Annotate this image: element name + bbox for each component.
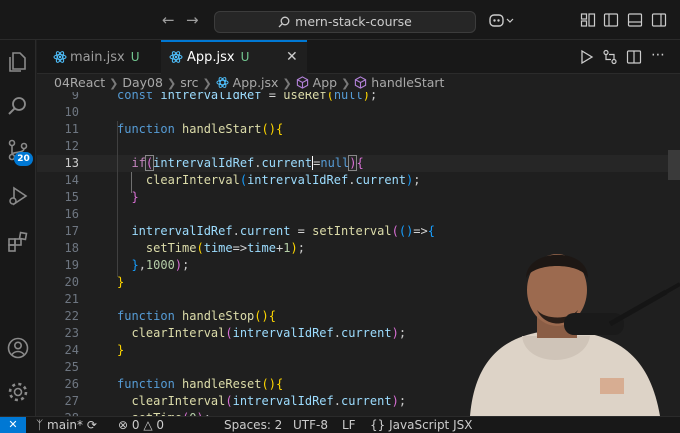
title-bar: ← → mern-stack-course [0, 0, 680, 40]
breadcrumb-item[interactable]: handleStart [371, 74, 444, 92]
indent-guide [131, 172, 132, 193]
command-center-search[interactable]: mern-stack-course [214, 11, 476, 33]
scrollbar-thumb[interactable] [668, 150, 680, 180]
error-icon: ⊗ [118, 418, 129, 432]
warning-count: 0 [156, 418, 165, 432]
customize-layout-icon[interactable] [580, 12, 596, 28]
explorer-icon[interactable] [6, 50, 30, 74]
indentation-indicator[interactable]: Spaces: 2 [224, 417, 282, 433]
line-number: 19 [64, 258, 79, 272]
react-file-icon [53, 51, 67, 63]
breadcrumb-item[interactable]: src [180, 74, 198, 92]
line-number: 13 [64, 156, 79, 170]
breadcrumb: 04React ❯ Day08 ❯ src ❯ App.jsx ❯ App ❯ handleStar… [54, 74, 445, 92]
breadcrumb-item[interactable]: Day08 [122, 74, 163, 92]
untracked-status: U [130, 50, 140, 64]
error-count: 0 [131, 418, 140, 432]
encoding-indicator[interactable]: UTF-8 [293, 417, 328, 433]
status-bar: ✕ ᛉ main* ⟳ ⊗ 0 △ 0 Spaces: 2 UTF-8 LF {… [0, 416, 680, 433]
line-number: 9 [71, 92, 79, 102]
webcam-presenter [470, 254, 680, 416]
code-line: 16 [37, 206, 680, 223]
source-control-badge: 20 [14, 152, 33, 166]
breadcrumb-item[interactable]: App.jsx [233, 74, 279, 92]
braces-icon: {} [370, 418, 386, 432]
accounts-icon[interactable] [6, 336, 30, 360]
sync-icon: ⟳ [86, 418, 97, 432]
line-number: 14 [64, 173, 79, 187]
line-number: 25 [64, 360, 79, 374]
forward-arrow-icon[interactable]: → [186, 11, 199, 29]
toggle-primary-sidebar-icon[interactable] [603, 12, 619, 28]
toggle-secondary-sidebar-icon[interactable] [651, 12, 667, 28]
line-number: 26 [64, 377, 79, 391]
copilot-icon[interactable] [488, 12, 514, 28]
search-view-icon[interactable] [6, 94, 30, 118]
line-number: 17 [64, 224, 79, 238]
run-debug-icon[interactable] [6, 184, 30, 208]
indent-guide [117, 121, 118, 277]
code-line: 14 clearInterval(intrervalIdRef.current)… [37, 172, 680, 189]
code-line: 9 const intrervalIdRef = useRef(null); [37, 92, 680, 104]
more-actions-icon[interactable]: ⋯ [651, 47, 665, 63]
warning-icon: △ [143, 418, 153, 432]
line-number: 18 [64, 241, 79, 255]
compare-changes-icon[interactable] [602, 49, 618, 65]
code-line: 12 [37, 138, 680, 155]
editor-tabs: main.jsx U App.jsx U ✕ ⋯ [37, 40, 680, 74]
workspace-name: mern-stack-course [295, 14, 412, 29]
line-number: 22 [64, 309, 79, 323]
tab-app-jsx[interactable]: App.jsx U ✕ [161, 40, 307, 74]
symbol-method-icon [296, 76, 308, 89]
run-file-icon[interactable] [578, 49, 594, 65]
branch-indicator[interactable]: ᛉ main* ⟳ [36, 417, 97, 433]
react-file-icon [216, 77, 229, 88]
breadcrumb-item[interactable]: 04React [54, 74, 105, 92]
code-line-current: 13 if(intrervalIdRef.current=null){ [37, 155, 680, 172]
line-number: 20 [64, 275, 79, 289]
settings-gear-icon[interactable] [6, 380, 30, 404]
line-number: 10 [64, 105, 79, 119]
close-icon[interactable]: ✕ [286, 42, 298, 73]
language-mode[interactable]: {} JavaScript JSX [370, 417, 472, 433]
line-number: 16 [64, 207, 79, 221]
line-number: 24 [64, 343, 79, 357]
line-number: 12 [64, 139, 79, 153]
breadcrumb-item[interactable]: App [313, 74, 337, 92]
extensions-icon[interactable] [6, 230, 30, 254]
branch-name: main* [47, 418, 84, 432]
back-arrow-icon[interactable]: ← [162, 11, 175, 29]
activity-bar: 20 [0, 40, 36, 416]
toggle-panel-icon[interactable] [627, 12, 643, 28]
line-number: 15 [64, 190, 79, 204]
untracked-status: U [240, 50, 250, 64]
remote-indicator[interactable]: ✕ [0, 417, 26, 433]
tab-label: App.jsx [187, 50, 235, 65]
language-label: JavaScript JSX [389, 418, 473, 432]
line-number: 23 [64, 326, 79, 340]
tab-main-jsx[interactable]: main.jsx U [37, 40, 161, 74]
react-file-icon [169, 51, 183, 63]
tab-label: main.jsx [70, 50, 125, 65]
line-number: 11 [64, 122, 79, 136]
eol-indicator[interactable]: LF [342, 417, 356, 433]
code-line: 10 [37, 104, 680, 121]
split-editor-icon[interactable] [626, 49, 642, 65]
symbol-method-icon [355, 76, 367, 89]
branch-icon: ᛉ [36, 418, 44, 432]
problems-indicator[interactable]: ⊗ 0 △ 0 [118, 417, 164, 433]
code-line: 15 } [37, 189, 680, 206]
search-icon [278, 16, 290, 28]
line-number: 21 [64, 292, 79, 306]
line-number: 27 [64, 394, 79, 408]
code-line: 11 function handleStart(){ [37, 121, 680, 138]
